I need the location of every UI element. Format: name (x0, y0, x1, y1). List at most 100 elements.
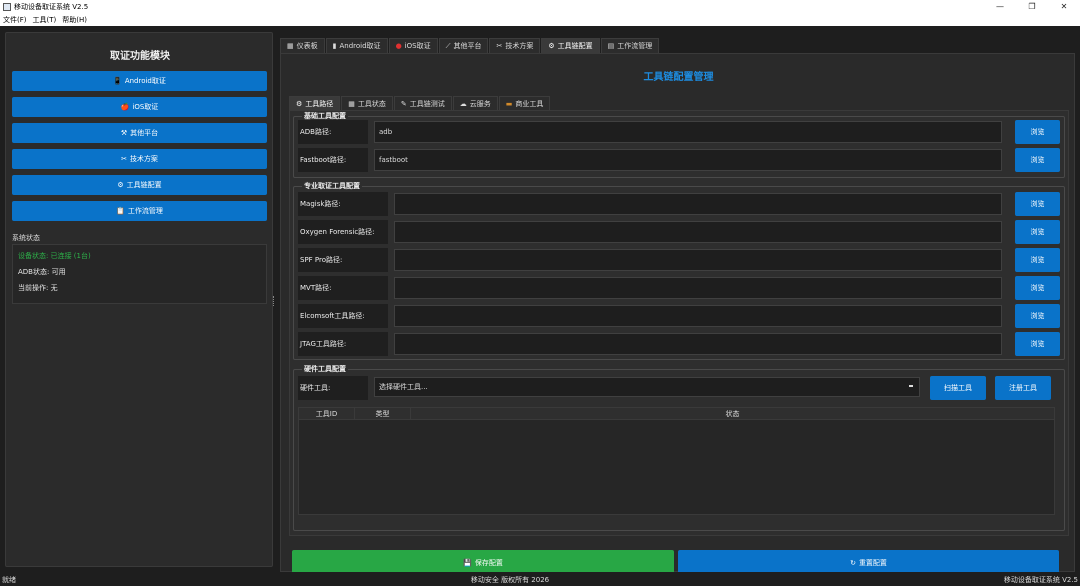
field-label: Magisk路径: (298, 192, 388, 216)
spf-path-input[interactable] (394, 249, 1002, 271)
adb-path-input[interactable]: adb (374, 121, 1002, 143)
adb-path-row: ADB路径: adb 浏览 (298, 120, 1060, 144)
table-header: 工具ID 类型 状态 (299, 408, 1054, 420)
tab-ios[interactable]: ● iOS取证 (388, 38, 438, 53)
fastboot-path-input[interactable]: fastboot (374, 149, 1002, 171)
content-area: ▦ 仪表板 ▮ Android取证 ● iOS取证 ⟋ 其他平台 ✂ 技术方案 ⚙ 工具链配… (280, 26, 1075, 576)
tab-tool-status[interactable]: ▦ 工具状态 (341, 96, 393, 111)
register-tools-button[interactable]: 注册工具 (995, 376, 1051, 400)
column-header-type[interactable]: 类型 (355, 408, 411, 419)
hardware-tools-table: 工具ID 类型 状态 (298, 407, 1055, 515)
sidebar: 取证功能模块 📱 Android取证 🍎 iOS取证 ⚒ 其他平台 ✂ 技术方案… (5, 32, 273, 567)
phone-icon: 📱 (113, 77, 122, 85)
page-title: 工具链配置管理 (643, 72, 714, 83)
hardware-tool-select[interactable]: 选择硬件工具... (374, 377, 920, 397)
maximize-button[interactable]: ❐ (1016, 2, 1048, 11)
field-label: SPF Pro路径: (298, 248, 388, 272)
browse-button[interactable]: 浏览 (1015, 120, 1060, 144)
basic-tools-group: 基础工具配置 ADB路径: adb 浏览 Fastboot路径: fastboo… (293, 111, 1065, 178)
window-titlebar: 移动设备取证系统 V2.5 — ❐ ✕ (0, 0, 1080, 13)
toolchain-config-panel: 工具链配置管理 ⚙ 工具路径 ▦ 工具状态 ✎ 工具链测试 ☁ 云服务 ▬ 商业工具 基础… (280, 53, 1075, 576)
field-label: Elcomsoft工具路径: (298, 304, 388, 328)
sidebar-title: 取证功能模块 (110, 51, 170, 62)
spf-path-row: SPF Pro路径: 浏览 (298, 248, 1060, 272)
column-header-status[interactable]: 状态 (411, 408, 1054, 419)
browse-button[interactable]: 浏览 (1015, 192, 1060, 216)
scan-tools-button[interactable]: 扫描工具 (930, 376, 986, 400)
button-label: 技术方案 (129, 155, 158, 163)
elcomsoft-path-input[interactable] (394, 305, 1002, 327)
browse-button[interactable]: 浏览 (1015, 148, 1060, 172)
button-label: 其他平台 (130, 129, 159, 137)
gear-icon: ⚙ (296, 100, 303, 108)
refresh-icon: ↻ (850, 559, 856, 567)
gear-icon: ⚙ (117, 181, 124, 189)
copyright-text: 移动安全 版权所有 2026 (470, 576, 550, 584)
jtag-path-input[interactable] (394, 333, 1002, 355)
tab-dashboard[interactable]: ▦ 仪表板 (280, 38, 325, 53)
phone-icon: ▮ (332, 42, 337, 50)
gear-icon: ⚙ (548, 42, 555, 50)
fastboot-path-row: Fastboot路径: fastboot 浏览 (298, 148, 1060, 172)
clipboard-icon: 📋 (116, 207, 125, 215)
other-platforms-button[interactable]: ⚒ 其他平台 (12, 123, 267, 143)
splitter-handle[interactable] (273, 296, 275, 306)
button-label: iOS取证 (132, 103, 159, 111)
tab-cloud-services[interactable]: ☁ 云服务 (452, 96, 498, 111)
toolchain-config-button[interactable]: ⚙ 工具链配置 (12, 175, 267, 195)
minimize-button[interactable]: — (984, 2, 1016, 11)
browse-button[interactable]: 浏览 (1015, 332, 1060, 356)
ios-forensics-button[interactable]: 🍎 iOS取证 (12, 97, 267, 117)
tab-label: 工具路径 (305, 100, 334, 108)
clipboard-icon: ▤ (607, 42, 615, 50)
tab-label: 云服务 (469, 100, 491, 108)
browse-button[interactable]: 浏览 (1015, 304, 1060, 328)
button-label: 工作流管理 (127, 207, 163, 215)
chart-icon: ▦ (348, 100, 355, 108)
tab-workflow[interactable]: ▤ 工作流管理 (600, 38, 660, 53)
cloud-icon: ☁ (459, 100, 467, 108)
tab-tool-paths[interactable]: ⚙ 工具路径 (289, 96, 341, 111)
briefcase-icon: ▬ (505, 100, 513, 108)
field-label: ADB路径: (298, 120, 368, 144)
scissors-icon: ✂ (121, 155, 127, 163)
button-label: 工具链配置 (126, 181, 162, 189)
main-area: 取证功能模块 📱 Android取证 🍎 iOS取证 ⚒ 其他平台 ✂ 技术方案… (0, 26, 1080, 576)
tab-tech-solutions[interactable]: ✂ 技术方案 (489, 38, 541, 53)
tech-solutions-button[interactable]: ✂ 技术方案 (12, 149, 267, 169)
browse-button[interactable]: 浏览 (1015, 276, 1060, 300)
menu-file[interactable]: 文件(F) (0, 15, 30, 25)
group-title: 硬件工具配置 (302, 364, 348, 374)
android-forensics-button[interactable]: 📱 Android取证 (12, 71, 267, 91)
current-operation-text: 当前操作: 无 (18, 284, 58, 292)
tab-other-platforms[interactable]: ⟋ 其他平台 (438, 38, 489, 53)
hardware-tool-row: 硬件工具: 选择硬件工具... 扫描工具 注册工具 (298, 376, 1060, 400)
apple-icon: 🍎 (120, 103, 130, 111)
app-icon (3, 2, 11, 11)
tab-toolchain-test[interactable]: ✎ 工具链测试 (393, 96, 452, 111)
tools-icon: ⚒ (120, 129, 128, 137)
column-header-tool-id[interactable]: 工具ID (299, 408, 355, 419)
close-button[interactable]: ✕ (1048, 2, 1080, 11)
tab-android[interactable]: ▮ Android取证 (325, 38, 388, 53)
menu-tools[interactable]: 工具(T) (30, 15, 60, 25)
dashboard-icon: ▦ (287, 42, 294, 50)
status-bar: 就绪 移动安全 版权所有 2026 移动设备取证系统 V2.5 (0, 572, 1080, 586)
field-label: Fastboot路径: (298, 148, 368, 172)
menu-help[interactable]: 帮助(H) (59, 15, 90, 25)
tab-label: iOS取证 (404, 42, 431, 50)
tab-commercial-tools[interactable]: ▬ 商业工具 (498, 96, 551, 111)
browse-button[interactable]: 浏览 (1015, 220, 1060, 244)
browse-button[interactable]: 浏览 (1015, 248, 1060, 272)
app-version-text: 移动设备取证系统 V2.5 (1003, 576, 1078, 584)
mvt-path-input[interactable] (394, 277, 1002, 299)
dropdown-icon (909, 385, 913, 387)
oxygen-path-row: Oxygen Forensic路径: 浏览 (298, 220, 1060, 244)
workflow-management-button[interactable]: 📋 工作流管理 (12, 201, 267, 221)
field-label: Oxygen Forensic路径: (298, 220, 388, 244)
button-label: 重置配置 (858, 559, 887, 567)
tab-label: 工作流管理 (617, 42, 653, 50)
magisk-path-input[interactable] (394, 193, 1002, 215)
oxygen-path-input[interactable] (394, 221, 1002, 243)
tab-toolchain-config[interactable]: ⚙ 工具链配置 (541, 38, 600, 53)
